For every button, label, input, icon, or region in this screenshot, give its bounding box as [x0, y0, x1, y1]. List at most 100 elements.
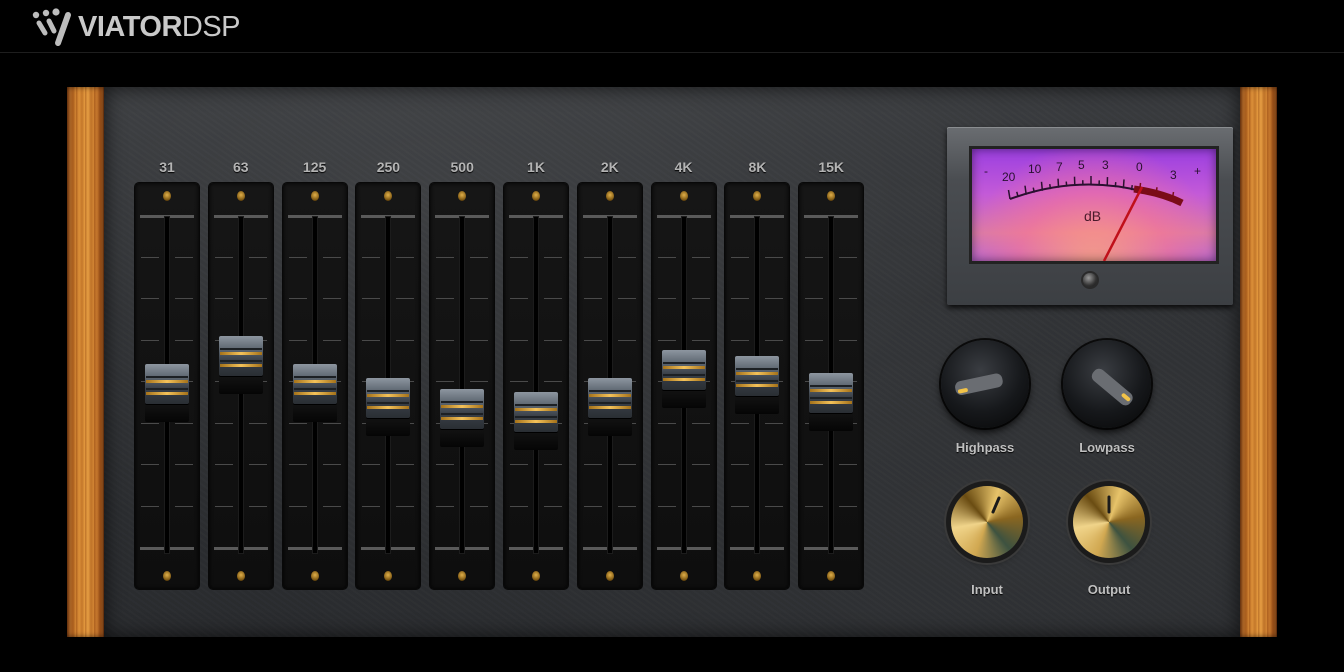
screw-icon	[532, 191, 540, 201]
fader-tick	[583, 257, 602, 258]
screw-icon	[753, 191, 762, 201]
fader-tick	[362, 340, 381, 341]
fader-tick	[805, 464, 824, 465]
fader-cap-body	[514, 392, 558, 433]
fader-cap-body	[366, 378, 411, 419]
highpass-knob[interactable]	[941, 340, 1029, 428]
screw-icon	[753, 571, 762, 581]
fader-cap[interactable]	[217, 336, 265, 395]
fader-tick	[691, 257, 710, 258]
fader-tick	[510, 381, 528, 382]
fader-tick	[322, 298, 341, 299]
fader-cap[interactable]	[364, 378, 412, 437]
fader-tick	[322, 464, 341, 465]
fader-cap-stripe	[293, 392, 336, 396]
fader-tick	[805, 506, 824, 507]
fader-tick	[288, 506, 307, 507]
fader-500[interactable]	[430, 183, 495, 589]
vu-scale-7: 7	[1056, 160, 1063, 174]
vu-meter-scale: - 20 10 7 5 3 0 3 + dB	[984, 158, 1201, 261]
fader-cap[interactable]	[143, 364, 191, 423]
fader-cap-ridge	[146, 388, 188, 391]
vu-scale-0: 0	[1136, 160, 1143, 174]
fader-cap[interactable]	[807, 372, 855, 431]
fader-250[interactable]	[356, 183, 421, 589]
vu-adjust-screw[interactable]	[1083, 273, 1097, 287]
band-label-1k: 1K	[527, 159, 545, 175]
band-label-500: 500	[450, 159, 474, 175]
fader-tick	[583, 340, 602, 341]
fader-tick	[175, 506, 193, 507]
fader-tick	[322, 257, 341, 258]
fader-4k[interactable]	[651, 183, 716, 589]
fader-tick	[617, 340, 636, 341]
output-knob[interactable]	[1073, 486, 1145, 558]
app-header: VIATORDSP	[0, 0, 1344, 53]
fader-8k[interactable]	[725, 183, 790, 589]
band-label-250: 250	[376, 159, 401, 175]
fader-cap-ridge	[219, 360, 262, 363]
fader-tick	[657, 298, 676, 299]
fader-cap-stripe	[367, 394, 410, 398]
vu-tick	[1146, 188, 1150, 195]
screw-icon	[163, 571, 171, 581]
fader-tick	[470, 381, 489, 382]
input-knob[interactable]	[951, 486, 1023, 558]
vu-needle	[1102, 186, 1144, 261]
fader-tick	[617, 464, 636, 465]
fader-tick	[322, 423, 341, 424]
fader-tick	[362, 464, 381, 465]
vu-tick	[1032, 187, 1036, 193]
fader-cap-ridge	[588, 402, 631, 405]
fader-tick	[765, 298, 784, 299]
fader-1k[interactable]	[504, 183, 568, 589]
fader-tick	[731, 506, 750, 507]
fader-cap[interactable]	[586, 378, 634, 437]
fader-63[interactable]	[208, 183, 273, 589]
screw-icon	[310, 571, 319, 581]
fader-tick	[436, 298, 455, 299]
vu-scale-3: 3	[1102, 158, 1109, 172]
fader-cap-stripe	[810, 388, 853, 392]
fader-31[interactable]	[135, 183, 199, 589]
fader-tick	[214, 298, 233, 299]
fader-cap-stripe	[662, 378, 705, 382]
vu-tick	[1049, 183, 1052, 190]
fader-tick	[731, 423, 750, 424]
fader-cap-stripe	[367, 406, 410, 410]
fader-15k[interactable]	[799, 183, 864, 589]
fader-cap-stripe	[219, 364, 262, 368]
fader-cap[interactable]	[660, 350, 708, 409]
fader-tick	[617, 506, 636, 507]
fader-cap-stripe	[441, 417, 484, 421]
fader-cap-body	[661, 350, 706, 391]
fader-tick	[288, 298, 307, 299]
viator-logo[interactable]: VIATORDSP	[30, 6, 241, 48]
fader-tick	[470, 257, 489, 258]
fader-tick	[691, 423, 710, 424]
fader-cap[interactable]	[733, 355, 781, 414]
fader-cap[interactable]	[291, 364, 339, 423]
fader-cap[interactable]	[512, 392, 560, 451]
fader-tick	[839, 506, 858, 507]
fader-tick	[691, 464, 710, 465]
fader-2k[interactable]	[577, 183, 642, 589]
fader-tick	[765, 464, 784, 465]
vu-tick	[1007, 189, 1011, 200]
input-knob-pointer	[991, 496, 1001, 514]
fader-cap-stripe	[662, 366, 705, 370]
fader-cap-stripe	[441, 405, 484, 409]
fader-cap[interactable]	[438, 389, 486, 448]
lowpass-knob[interactable]	[1063, 340, 1151, 428]
vu-tick	[1130, 184, 1133, 191]
screw-icon	[310, 191, 319, 201]
fader-tick	[510, 298, 528, 299]
fader-tick	[657, 340, 676, 341]
fader-tick	[765, 423, 784, 424]
fader-cap-ridge	[146, 376, 188, 379]
fader-tick	[805, 257, 824, 258]
fader-cap-body	[292, 364, 337, 405]
fader-tick	[731, 340, 750, 341]
fader-125[interactable]	[282, 183, 347, 589]
fader-tick	[436, 381, 455, 382]
